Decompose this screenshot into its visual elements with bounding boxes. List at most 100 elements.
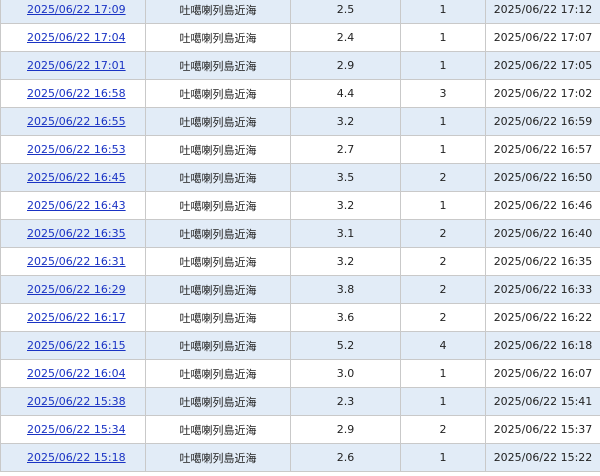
table-row: 2025/06/22 16:31 吐噶喇列島近海 3.2 2 2025/06/2…: [0, 247, 600, 276]
time-cell: 2025/06/22 15:18: [0, 443, 146, 472]
magnitude-cell: 3.6: [290, 303, 401, 332]
quake-time-link[interactable]: 2025/06/22 16:15: [27, 339, 126, 352]
announced-time-cell: 2025/06/22 16:59: [485, 107, 600, 136]
intensity-cell: 1: [400, 191, 486, 220]
location-cell: 吐噶喇列島近海: [145, 79, 291, 108]
announced-time-cell: 2025/06/22 16:40: [485, 219, 600, 248]
magnitude-cell: 5.2: [290, 331, 401, 360]
announced-time-cell: 2025/06/22 16:50: [485, 163, 600, 192]
quake-time-link[interactable]: 2025/06/22 15:34: [27, 423, 126, 436]
announced-time-cell: 2025/06/22 16:46: [485, 191, 600, 220]
announced-time-cell: 2025/06/22 15:22: [485, 443, 600, 472]
magnitude-cell: 2.9: [290, 415, 401, 444]
intensity-cell: 2: [400, 275, 486, 304]
time-cell: 2025/06/22 16:35: [0, 219, 146, 248]
announced-time-cell: 2025/06/22 16:33: [485, 275, 600, 304]
location-cell: 吐噶喇列島近海: [145, 219, 291, 248]
table-row: 2025/06/22 16:45 吐噶喇列島近海 3.5 2 2025/06/2…: [0, 163, 600, 192]
location-cell: 吐噶喇列島近海: [145, 247, 291, 276]
location-cell: 吐噶喇列島近海: [145, 107, 291, 136]
location-cell: 吐噶喇列島近海: [145, 51, 291, 80]
time-cell: 2025/06/22 15:38: [0, 387, 146, 416]
quake-time-link[interactable]: 2025/06/22 16:43: [27, 199, 126, 212]
magnitude-cell: 4.4: [290, 79, 401, 108]
intensity-cell: 1: [400, 359, 486, 388]
time-cell: 2025/06/22 17:09: [0, 0, 146, 24]
intensity-cell: 1: [400, 387, 486, 416]
table-row: 2025/06/22 16:53 吐噶喇列島近海 2.7 1 2025/06/2…: [0, 135, 600, 164]
quake-time-link[interactable]: 2025/06/22 17:01: [27, 59, 126, 72]
announced-time-cell: 2025/06/22 15:41: [485, 387, 600, 416]
quake-time-link[interactable]: 2025/06/22 16:53: [27, 143, 126, 156]
quake-time-link[interactable]: 2025/06/22 16:55: [27, 115, 126, 128]
intensity-cell: 2: [400, 163, 486, 192]
earthquake-list-table: 2025/06/22 17:09 吐噶喇列島近海 2.5 1 2025/06/2…: [0, 0, 600, 472]
intensity-cell: 2: [400, 247, 486, 276]
table-row: 2025/06/22 16:15 吐噶喇列島近海 5.2 4 2025/06/2…: [0, 331, 600, 360]
quake-time-link[interactable]: 2025/06/22 16:45: [27, 171, 126, 184]
quake-time-link[interactable]: 2025/06/22 16:04: [27, 367, 126, 380]
time-cell: 2025/06/22 17:01: [0, 51, 146, 80]
time-cell: 2025/06/22 16:29: [0, 275, 146, 304]
quake-time-link[interactable]: 2025/06/22 17:09: [27, 3, 126, 16]
announced-time-cell: 2025/06/22 15:37: [485, 415, 600, 444]
quake-time-link[interactable]: 2025/06/22 16:17: [27, 311, 126, 324]
announced-time-cell: 2025/06/22 17:02: [485, 79, 600, 108]
table-row: 2025/06/22 16:43 吐噶喇列島近海 3.2 1 2025/06/2…: [0, 191, 600, 220]
magnitude-cell: 3.2: [290, 107, 401, 136]
quake-time-link[interactable]: 2025/06/22 15:38: [27, 395, 126, 408]
intensity-cell: 1: [400, 107, 486, 136]
intensity-cell: 2: [400, 219, 486, 248]
magnitude-cell: 3.5: [290, 163, 401, 192]
table-row: 2025/06/22 16:17 吐噶喇列島近海 3.6 2 2025/06/2…: [0, 303, 600, 332]
intensity-cell: 3: [400, 79, 486, 108]
table-row: 2025/06/22 16:29 吐噶喇列島近海 3.8 2 2025/06/2…: [0, 275, 600, 304]
time-cell: 2025/06/22 16:31: [0, 247, 146, 276]
table-row: 2025/06/22 16:04 吐噶喇列島近海 3.0 1 2025/06/2…: [0, 359, 600, 388]
magnitude-cell: 3.2: [290, 247, 401, 276]
time-cell: 2025/06/22 16:43: [0, 191, 146, 220]
announced-time-cell: 2025/06/22 16:57: [485, 135, 600, 164]
location-cell: 吐噶喇列島近海: [145, 191, 291, 220]
magnitude-cell: 3.2: [290, 191, 401, 220]
quake-time-link[interactable]: 2025/06/22 16:35: [27, 227, 126, 240]
location-cell: 吐噶喇列島近海: [145, 0, 291, 24]
table-row: 2025/06/22 17:01 吐噶喇列島近海 2.9 1 2025/06/2…: [0, 51, 600, 80]
location-cell: 吐噶喇列島近海: [145, 331, 291, 360]
quake-time-link[interactable]: 2025/06/22 17:04: [27, 31, 126, 44]
location-cell: 吐噶喇列島近海: [145, 23, 291, 52]
location-cell: 吐噶喇列島近海: [145, 135, 291, 164]
magnitude-cell: 2.4: [290, 23, 401, 52]
location-cell: 吐噶喇列島近海: [145, 387, 291, 416]
table-row: 2025/06/22 16:35 吐噶喇列島近海 3.1 2 2025/06/2…: [0, 219, 600, 248]
magnitude-cell: 2.6: [290, 443, 401, 472]
time-cell: 2025/06/22 17:04: [0, 23, 146, 52]
magnitude-cell: 3.1: [290, 219, 401, 248]
time-cell: 2025/06/22 15:34: [0, 415, 146, 444]
quake-time-link[interactable]: 2025/06/22 16:29: [27, 283, 126, 296]
location-cell: 吐噶喇列島近海: [145, 359, 291, 388]
earthquake-list-body: 2025/06/22 17:09 吐噶喇列島近海 2.5 1 2025/06/2…: [0, 0, 600, 472]
location-cell: 吐噶喇列島近海: [145, 443, 291, 472]
time-cell: 2025/06/22 16:17: [0, 303, 146, 332]
table-row: 2025/06/22 15:18 吐噶喇列島近海 2.6 1 2025/06/2…: [0, 443, 600, 472]
table-row: 2025/06/22 15:34 吐噶喇列島近海 2.9 2 2025/06/2…: [0, 415, 600, 444]
intensity-cell: 1: [400, 443, 486, 472]
announced-time-cell: 2025/06/22 16:22: [485, 303, 600, 332]
intensity-cell: 1: [400, 23, 486, 52]
location-cell: 吐噶喇列島近海: [145, 275, 291, 304]
location-cell: 吐噶喇列島近海: [145, 303, 291, 332]
time-cell: 2025/06/22 16:04: [0, 359, 146, 388]
quake-time-link[interactable]: 2025/06/22 16:31: [27, 255, 126, 268]
magnitude-cell: 2.9: [290, 51, 401, 80]
announced-time-cell: 2025/06/22 17:12: [485, 0, 600, 24]
quake-time-link[interactable]: 2025/06/22 16:58: [27, 87, 126, 100]
time-cell: 2025/06/22 16:55: [0, 107, 146, 136]
intensity-cell: 1: [400, 51, 486, 80]
table-row: 2025/06/22 17:04 吐噶喇列島近海 2.4 1 2025/06/2…: [0, 23, 600, 52]
location-cell: 吐噶喇列島近海: [145, 163, 291, 192]
location-cell: 吐噶喇列島近海: [145, 415, 291, 444]
quake-time-link[interactable]: 2025/06/22 15:18: [27, 451, 126, 464]
intensity-cell: 1: [400, 0, 486, 24]
announced-time-cell: 2025/06/22 16:35: [485, 247, 600, 276]
